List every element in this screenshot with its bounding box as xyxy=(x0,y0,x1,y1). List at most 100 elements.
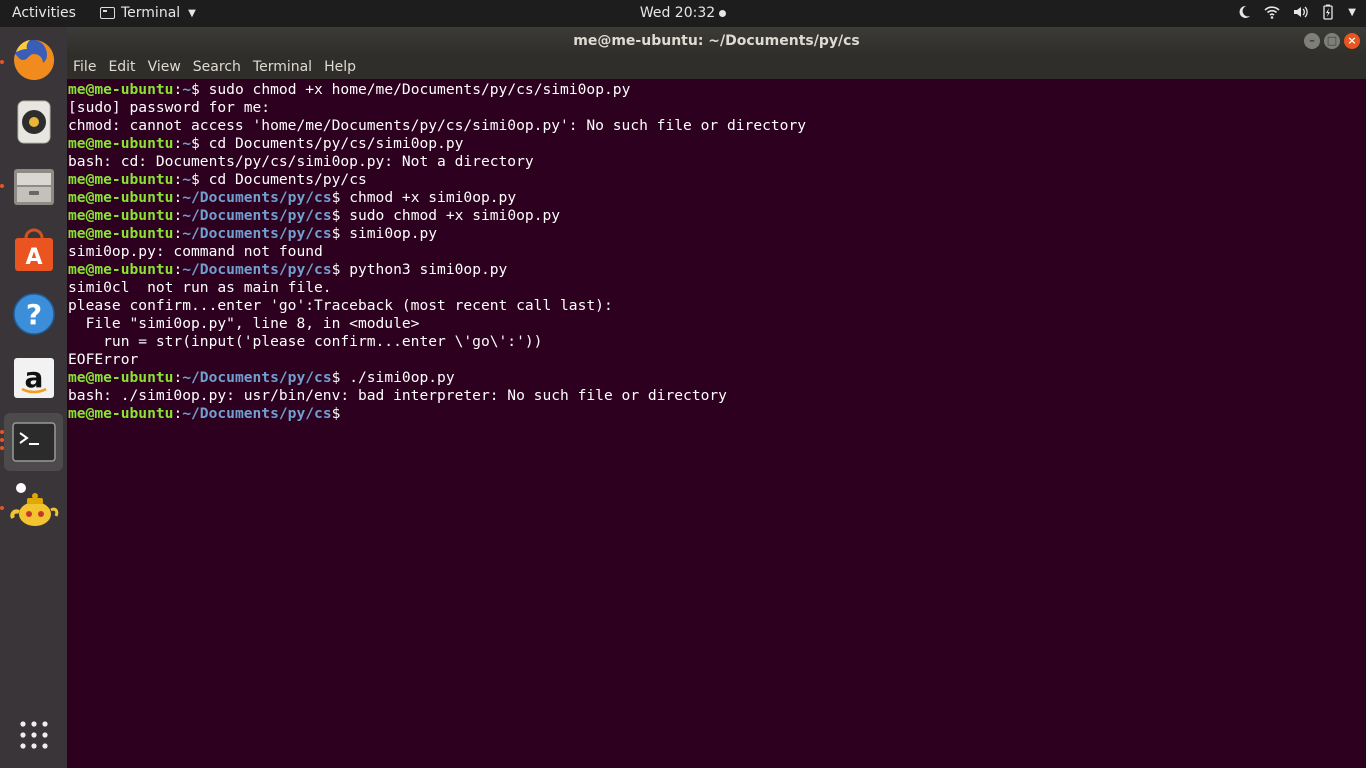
menu-help[interactable]: Help xyxy=(324,59,356,75)
volume-icon xyxy=(1294,6,1309,18)
running-indicator xyxy=(0,184,4,188)
prompt-path: ~/Documents/py/cs xyxy=(182,261,332,278)
dock-item-teapot[interactable] xyxy=(4,477,63,535)
terminal-line: please confirm...enter 'go':Traceback (m… xyxy=(68,297,1366,315)
prompt-symbol: $ xyxy=(331,405,341,422)
prompt-path: ~/Documents/py/cs xyxy=(182,225,332,242)
svg-text:A: A xyxy=(25,245,42,270)
terminal-line: me@me-ubuntu:~/Documents/py/cs$ sudo chm… xyxy=(68,207,1366,225)
dock-item-firefox[interactable] xyxy=(4,31,63,89)
prompt-user: me@me-ubuntu xyxy=(68,369,174,386)
terminal-line: run = str(input('please confirm...enter … xyxy=(68,333,1366,351)
prompt-colon: : xyxy=(173,261,183,278)
prompt-symbol: $ xyxy=(191,171,200,188)
running-indicator xyxy=(0,438,4,442)
menu-view[interactable]: View xyxy=(148,59,181,75)
terminal-line: me@me-ubuntu:~/Documents/py/cs$ ./simi0o… xyxy=(68,369,1366,387)
clock-label: Wed 20:32 xyxy=(639,5,716,21)
output-text: [sudo] password for me: xyxy=(68,99,271,116)
menu-terminal[interactable]: Terminal xyxy=(253,59,312,75)
command-text: chmod +x simi0op.py xyxy=(340,189,517,206)
prompt-user: me@me-ubuntu xyxy=(68,171,174,188)
window-titlebar[interactable]: me@me-ubuntu: ~/Documents/py/cs – □ × xyxy=(67,27,1366,55)
grid-icon xyxy=(19,721,48,749)
output-text: chmod: cannot access 'home/me/Documents/… xyxy=(68,117,807,134)
prompt-colon: : xyxy=(173,189,183,206)
terminal-line: me@me-ubuntu:~/Documents/py/cs$ python3 … xyxy=(68,261,1366,279)
prompt-path: ~/Documents/py/cs xyxy=(182,405,332,422)
prompt-path: ~/Documents/py/cs xyxy=(182,189,332,206)
dock: A ? a xyxy=(0,27,67,768)
terminal-line: me@me-ubuntu:~/Documents/py/cs$ simi0op.… xyxy=(68,225,1366,243)
battery-icon xyxy=(1323,4,1333,20)
output-text: simi0cl not run as main file. xyxy=(68,279,332,296)
status-area[interactable]: ▼ xyxy=(1236,4,1356,20)
terminal-line: EOFError xyxy=(68,351,1366,369)
dock-item-amazon[interactable]: a xyxy=(4,349,63,407)
dock-item-rhythmbox[interactable] xyxy=(4,93,63,151)
command-text: sudo chmod +x home/me/Documents/py/cs/si… xyxy=(199,81,631,98)
notification-dot-icon xyxy=(719,9,727,17)
amazon-icon: a xyxy=(13,358,54,398)
minimize-button[interactable]: – xyxy=(1304,33,1320,49)
teapot-icon xyxy=(9,483,58,526)
menu-file[interactable]: File xyxy=(73,59,96,75)
maximize-button[interactable]: □ xyxy=(1324,33,1340,49)
prompt-user: me@me-ubuntu xyxy=(68,135,174,152)
prompt-user: me@me-ubuntu xyxy=(68,81,174,98)
terminal-line: me@me-ubuntu:~/Documents/py/cs$ chmod +x… xyxy=(68,189,1366,207)
prompt-colon: : xyxy=(173,405,183,422)
running-indicator xyxy=(0,60,4,64)
prompt-colon: : xyxy=(173,207,183,224)
svg-text:?: ? xyxy=(25,298,41,331)
menu-search[interactable]: Search xyxy=(193,59,241,75)
terminal-icon xyxy=(11,422,56,462)
terminal-line: me@me-ubuntu:~$ cd Documents/py/cs/simi0… xyxy=(68,135,1366,153)
svg-text:a: a xyxy=(24,361,43,394)
running-indicator xyxy=(0,430,4,434)
menu-bar: File Edit View Search Terminal Help xyxy=(67,55,1366,79)
show-applications-button[interactable] xyxy=(4,706,63,764)
command-text: sudo chmod +x simi0op.py xyxy=(340,207,561,224)
night-light-icon xyxy=(1239,5,1251,18)
window-title: me@me-ubuntu: ~/Documents/py/cs xyxy=(573,33,860,49)
firefox-icon xyxy=(13,39,54,80)
command-text: ./simi0op.py xyxy=(340,369,455,386)
menu-edit[interactable]: Edit xyxy=(108,59,135,75)
running-indicator xyxy=(0,506,4,510)
dock-item-terminal[interactable] xyxy=(4,413,63,471)
output-text: please confirm...enter 'go':Traceback (m… xyxy=(68,297,613,314)
output-text: run = str(input('please confirm...enter … xyxy=(68,333,543,350)
terminal-line: simi0cl not run as main file. xyxy=(68,279,1366,297)
terminal-line: bash: ./simi0op.py: usr/bin/env: bad int… xyxy=(68,387,1366,405)
dock-item-files[interactable] xyxy=(4,157,63,215)
prompt-colon: : xyxy=(173,171,183,188)
terminal-line: bash: cd: Documents/py/cs/simi0op.py: No… xyxy=(68,153,1366,171)
rhythmbox-icon xyxy=(17,100,50,144)
prompt-path: ~ xyxy=(182,81,192,98)
prompt-colon: : xyxy=(173,369,183,386)
prompt-path: ~ xyxy=(182,135,192,152)
terminal-line: chmod: cannot access 'home/me/Documents/… xyxy=(68,117,1366,135)
prompt-user: me@me-ubuntu xyxy=(68,405,174,422)
prompt-user: me@me-ubuntu xyxy=(68,189,174,206)
output-text: simi0op.py: command not found xyxy=(68,243,323,260)
help-icon: ? xyxy=(12,293,55,335)
prompt-user: me@me-ubuntu xyxy=(68,207,174,224)
terminal-window: me@me-ubuntu: ~/Documents/py/cs – □ × Fi… xyxy=(67,27,1366,768)
software-center-icon: A xyxy=(14,228,53,271)
running-indicator xyxy=(0,446,4,450)
dock-item-help[interactable]: ? xyxy=(4,285,63,343)
terminal-output[interactable]: me@me-ubuntu:~$ sudo chmod +x home/me/Do… xyxy=(68,80,1366,768)
system-menu-chevron-down-icon: ▼ xyxy=(1348,6,1356,18)
prompt-symbol: $ xyxy=(191,135,200,152)
close-button[interactable]: × xyxy=(1344,33,1360,49)
prompt-user: me@me-ubuntu xyxy=(68,261,174,278)
clock[interactable]: Wed 20:32 xyxy=(0,5,1366,21)
output-text: File "simi0op.py", line 8, in <module> xyxy=(68,315,420,332)
dock-item-software-center[interactable]: A xyxy=(4,221,63,279)
terminal-line: File "simi0op.py", line 8, in <module> xyxy=(68,315,1366,333)
command-text: cd Documents/py/cs xyxy=(199,171,367,188)
top-bar: Activities Terminal ▼ Wed 20:32 ▼ xyxy=(0,0,1366,27)
prompt-symbol: $ xyxy=(191,81,200,98)
